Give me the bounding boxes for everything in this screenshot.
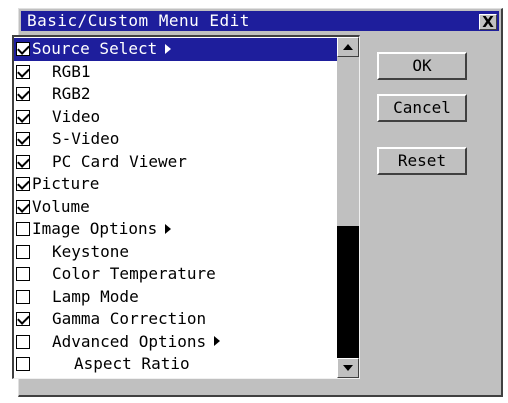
title-bar[interactable]: Basic/Custom Menu Edit X bbox=[21, 11, 499, 31]
list-item[interactable]: S-Video bbox=[14, 128, 337, 151]
list-item[interactable]: Image Options bbox=[14, 218, 337, 241]
item-checkbox[interactable] bbox=[16, 132, 30, 146]
ok-button[interactable]: OK bbox=[377, 52, 467, 80]
item-checkbox[interactable] bbox=[16, 199, 30, 214]
submenu-arrow-icon bbox=[214, 336, 221, 346]
close-button[interactable]: X bbox=[479, 14, 497, 30]
item-checkbox[interactable] bbox=[16, 334, 30, 349]
list-item[interactable]: Video bbox=[14, 106, 337, 129]
item-checkbox[interactable] bbox=[16, 267, 30, 281]
list-item[interactable]: Picture bbox=[14, 173, 337, 196]
list-item[interactable]: Advanced Options bbox=[14, 331, 337, 354]
item-label: RGB1 bbox=[52, 61, 91, 81]
item-checkbox[interactable] bbox=[16, 64, 30, 79]
item-checkbox[interactable] bbox=[16, 244, 30, 259]
list-item[interactable]: RGB2 bbox=[14, 83, 337, 106]
menu-item-list[interactable]: Source Select RGB1 RGB2 Video S-Video PC Card… bbox=[12, 35, 360, 379]
item-checkbox[interactable] bbox=[16, 289, 30, 304]
close-icon: X bbox=[482, 13, 494, 31]
item-label: Lamp Mode bbox=[52, 286, 139, 306]
item-label: Picture bbox=[32, 174, 100, 193]
scroll-thumb[interactable] bbox=[337, 225, 359, 358]
scroll-track[interactable] bbox=[337, 57, 359, 358]
item-label: Volume bbox=[32, 196, 90, 216]
list-item[interactable]: Source Select bbox=[14, 38, 337, 61]
item-label: Source Select bbox=[32, 38, 172, 60]
scroll-down-button[interactable] bbox=[337, 358, 359, 378]
reset-button[interactable]: Reset bbox=[377, 147, 467, 175]
item-label: Color Temperature bbox=[52, 264, 216, 283]
item-label: Image Options bbox=[32, 218, 172, 240]
item-checkbox[interactable] bbox=[16, 109, 30, 124]
list-item[interactable]: Color Temperature bbox=[14, 263, 337, 286]
window-title: Basic/Custom Menu Edit bbox=[27, 11, 250, 30]
item-label: Advanced Options bbox=[52, 331, 221, 353]
list-item[interactable]: PC Card Viewer bbox=[14, 151, 337, 174]
item-label: Aspect Ratio bbox=[74, 354, 190, 373]
item-checkbox[interactable] bbox=[16, 312, 30, 326]
item-checkbox[interactable] bbox=[16, 42, 30, 56]
list-item[interactable]: Lamp Mode bbox=[14, 286, 337, 309]
submenu-arrow-icon bbox=[165, 223, 172, 234]
cancel-button[interactable]: Cancel bbox=[377, 94, 467, 122]
list-item[interactable]: Volume bbox=[14, 196, 337, 219]
submenu-arrow-icon bbox=[165, 43, 172, 54]
list-item[interactable]: Keystone bbox=[14, 241, 337, 264]
item-checkbox[interactable] bbox=[16, 357, 30, 371]
item-checkbox[interactable] bbox=[16, 87, 30, 101]
list-item[interactable]: Aspect Ratio bbox=[14, 353, 337, 376]
list-item[interactable]: RGB1 bbox=[14, 61, 337, 84]
item-label: RGB2 bbox=[52, 84, 91, 103]
item-checkbox[interactable] bbox=[16, 222, 30, 236]
vertical-scrollbar[interactable] bbox=[337, 37, 359, 378]
item-label: Video bbox=[52, 106, 101, 126]
item-checkbox[interactable] bbox=[16, 154, 30, 169]
menu-item-rows: Source Select RGB1 RGB2 Video S-Video PC Card… bbox=[14, 38, 337, 376]
scroll-up-button[interactable] bbox=[337, 37, 359, 57]
item-label: PC Card Viewer bbox=[52, 151, 187, 171]
item-label: S-Video bbox=[52, 129, 120, 148]
item-label: Gamma Correction bbox=[52, 309, 207, 328]
list-item[interactable]: Gamma Correction bbox=[14, 308, 337, 331]
item-checkbox[interactable] bbox=[16, 177, 30, 191]
item-label: Keystone bbox=[52, 241, 130, 261]
